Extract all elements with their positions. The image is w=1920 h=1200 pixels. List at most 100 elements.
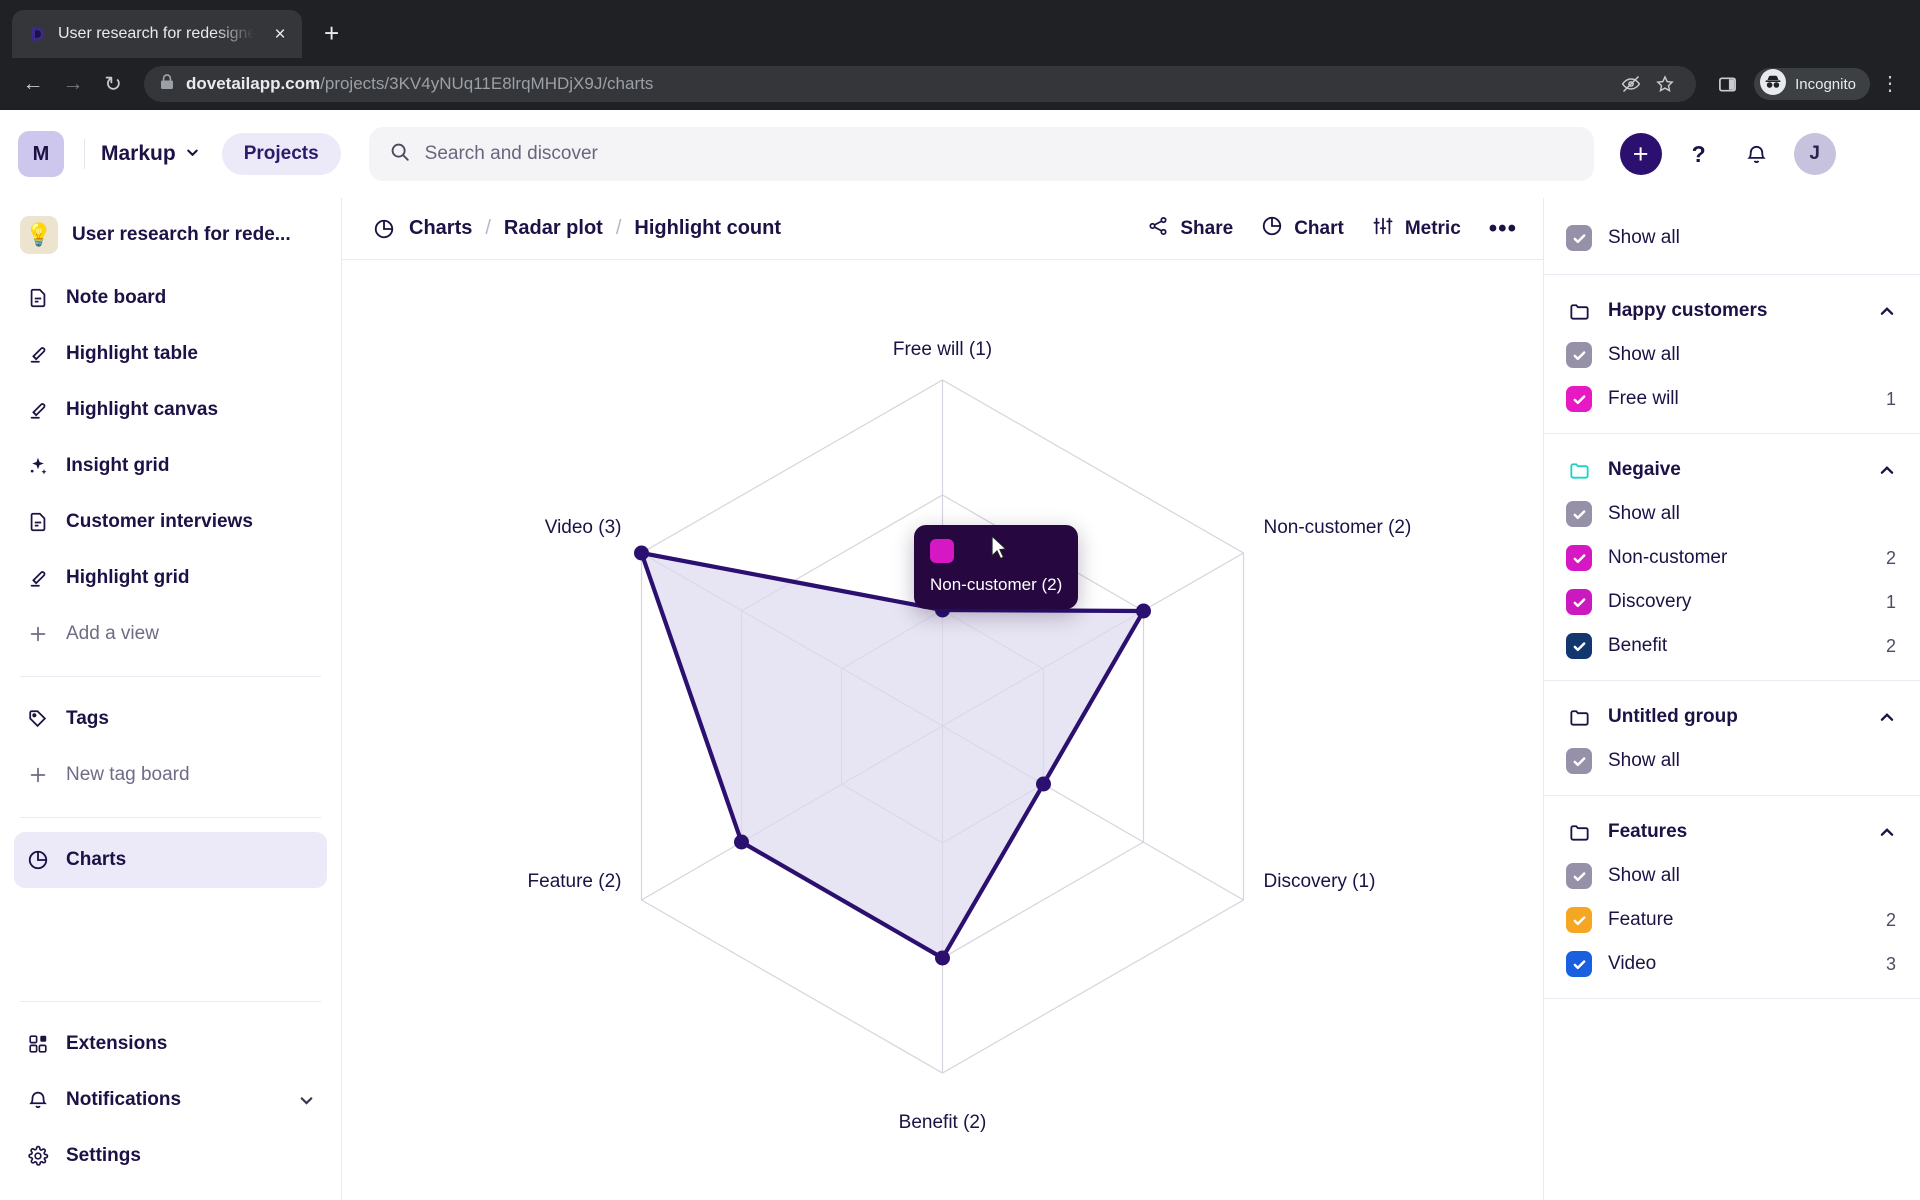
sidebar-item-highlight-table[interactable]: Highlight table xyxy=(14,326,327,382)
sidebar-divider xyxy=(20,1001,321,1002)
legend-item-feature[interactable]: Feature 2 xyxy=(1544,898,1920,942)
tag-icon xyxy=(26,707,50,731)
chevron-up-icon[interactable] xyxy=(1878,461,1896,479)
sidebar-project-header[interactable]: 💡 User research for rede... xyxy=(14,208,327,262)
reload-icon[interactable]: ↻ xyxy=(96,67,130,101)
workspace-avatar[interactable]: M xyxy=(18,131,64,177)
legend-group-header[interactable]: Happy customers xyxy=(1544,289,1920,333)
workspace-switcher[interactable]: Markup xyxy=(101,142,200,166)
sidebar-item-extensions[interactable]: Extensions xyxy=(14,1016,327,1072)
legend-show-all[interactable]: Show all xyxy=(1544,492,1920,536)
legend-item-free-will[interactable]: Free will 1 xyxy=(1544,377,1920,421)
legend-group-header[interactable]: Negaive xyxy=(1544,448,1920,492)
checkbox-checked-icon[interactable] xyxy=(1566,545,1592,571)
sidebar-item-customer-interviews[interactable]: Customer interviews xyxy=(14,494,327,550)
breadcrumb-item-charts[interactable]: Charts xyxy=(409,217,472,240)
sidebar-item-tags[interactable]: Tags xyxy=(14,691,327,747)
header-actions: + ? J xyxy=(1619,133,1836,175)
legend-item-benefit[interactable]: Benefit 2 xyxy=(1544,624,1920,668)
chevron-down-icon[interactable] xyxy=(298,1092,315,1109)
chart-button[interactable]: Chart xyxy=(1261,215,1344,243)
legend-global-section: Show all xyxy=(1544,198,1920,275)
checkbox-checked-icon[interactable] xyxy=(1566,633,1592,659)
legend-group-header[interactable]: Features xyxy=(1544,810,1920,854)
document-icon xyxy=(26,286,50,310)
checkbox-checked-icon[interactable] xyxy=(1566,386,1592,412)
checkbox-checked-icon[interactable] xyxy=(1566,907,1592,933)
chart-tooltip: Non-customer (2) xyxy=(914,525,1079,609)
sidebar-item-highlight-grid[interactable]: Highlight grid xyxy=(14,550,327,606)
back-icon[interactable]: ← xyxy=(16,67,50,101)
legend-show-all-label: Show all xyxy=(1608,750,1680,771)
help-button[interactable]: ? xyxy=(1677,133,1720,175)
sidebar-item-notifications[interactable]: Notifications xyxy=(14,1072,327,1128)
chevron-up-icon[interactable] xyxy=(1878,708,1896,726)
legend-item-count: 2 xyxy=(1885,547,1896,568)
incognito-badge[interactable]: Incognito xyxy=(1754,68,1870,100)
checkbox-checked-icon[interactable] xyxy=(1566,225,1592,251)
plus-icon xyxy=(26,622,50,646)
sidebar-item-label: Highlight table xyxy=(66,343,198,364)
chart-toolbar: Charts / Radar plot / Highlight count Sh… xyxy=(342,198,1543,260)
side-panel-icon[interactable] xyxy=(1712,69,1742,99)
legend-item-video[interactable]: Video 3 xyxy=(1544,942,1920,986)
legend-group-name: Untitled group xyxy=(1608,706,1738,727)
sidebar-item-note-board[interactable]: Note board xyxy=(14,270,327,326)
search-input[interactable] xyxy=(424,143,1574,165)
legend-group-header[interactable]: Untitled group xyxy=(1544,695,1920,739)
projects-button[interactable]: Projects xyxy=(221,133,341,175)
sidebar: 💡 User research for rede... Note board H… xyxy=(0,198,342,1200)
eye-slash-icon[interactable] xyxy=(1616,69,1646,99)
legend-show-all[interactable]: Show all xyxy=(1544,739,1920,783)
chevron-up-icon[interactable] xyxy=(1878,302,1896,320)
share-button[interactable]: Share xyxy=(1147,215,1233,243)
forward-icon[interactable]: → xyxy=(56,67,90,101)
radar-plot-svg: Free will (1) Non-customer (2) Discovery… xyxy=(528,339,1412,1133)
sidebar-item-label: Tags xyxy=(66,708,109,729)
user-avatar[interactable]: J xyxy=(1793,133,1836,175)
checkbox-checked-icon[interactable] xyxy=(1566,863,1592,889)
browser-tab[interactable]: User research for redesigned m × xyxy=(12,10,302,58)
create-button[interactable]: + xyxy=(1619,133,1662,175)
legend-item-label: Benefit xyxy=(1608,635,1668,656)
workspace-name: Markup xyxy=(101,142,176,165)
legend-show-all-global[interactable]: Show all xyxy=(1544,216,1920,260)
sidebar-item-settings[interactable]: Settings xyxy=(14,1128,327,1184)
sidebar-item-charts[interactable]: Charts xyxy=(14,832,327,888)
omnibox-actions xyxy=(1606,69,1680,99)
new-tab-button[interactable]: + xyxy=(324,20,339,46)
bell-icon xyxy=(26,1088,50,1112)
legend-show-all[interactable]: Show all xyxy=(1544,333,1920,377)
sidebar-new-tag-board-button[interactable]: New tag board xyxy=(14,747,327,803)
search-bar[interactable] xyxy=(368,127,1594,181)
checkbox-checked-icon[interactable] xyxy=(1566,501,1592,527)
notifications-bell-icon[interactable] xyxy=(1735,133,1778,175)
browser-menu-icon[interactable]: ⋮ xyxy=(1876,74,1904,94)
radar-chart: Free will (1) Non-customer (2) Discovery… xyxy=(342,260,1543,1200)
sidebar-item-insight-grid[interactable]: Insight grid xyxy=(14,438,327,494)
metric-button[interactable]: Metric xyxy=(1372,215,1461,243)
sidebar-add-view-button[interactable]: Add a view xyxy=(14,606,327,662)
breadcrumb-item-radar-plot[interactable]: Radar plot xyxy=(504,217,603,240)
bookmark-star-icon[interactable] xyxy=(1650,69,1680,99)
legend-item-label: Non-customer xyxy=(1608,547,1728,568)
axis-label-video: Video (3) xyxy=(545,517,622,538)
close-icon[interactable]: × xyxy=(268,25,292,44)
tooltip-color-swatch xyxy=(930,539,954,563)
checkbox-checked-icon[interactable] xyxy=(1566,342,1592,368)
legend-item-non-customer[interactable]: Non-customer 2 xyxy=(1544,536,1920,580)
chevron-up-icon[interactable] xyxy=(1878,823,1896,841)
sidebar-add-view-label: Add a view xyxy=(66,623,159,644)
legend-item-discovery[interactable]: Discovery 1 xyxy=(1544,580,1920,624)
legend-show-all[interactable]: Show all xyxy=(1544,854,1920,898)
legend-item-label: Discovery xyxy=(1608,591,1692,612)
address-bar[interactable]: dovetailapp.com/projects/3KV4yNUq11E8lrq… xyxy=(144,66,1697,102)
legend-item-label: Free will xyxy=(1608,388,1679,409)
legend-group-negaive: Negaive Show all Non-customer 2 Discover… xyxy=(1544,434,1920,681)
checkbox-checked-icon[interactable] xyxy=(1566,589,1592,615)
breadcrumb-item-highlight-count[interactable]: Highlight count xyxy=(634,217,781,240)
checkbox-checked-icon[interactable] xyxy=(1566,951,1592,977)
sidebar-item-highlight-canvas[interactable]: Highlight canvas xyxy=(14,382,327,438)
more-options-button[interactable]: ••• xyxy=(1489,215,1517,243)
checkbox-checked-icon[interactable] xyxy=(1566,748,1592,774)
